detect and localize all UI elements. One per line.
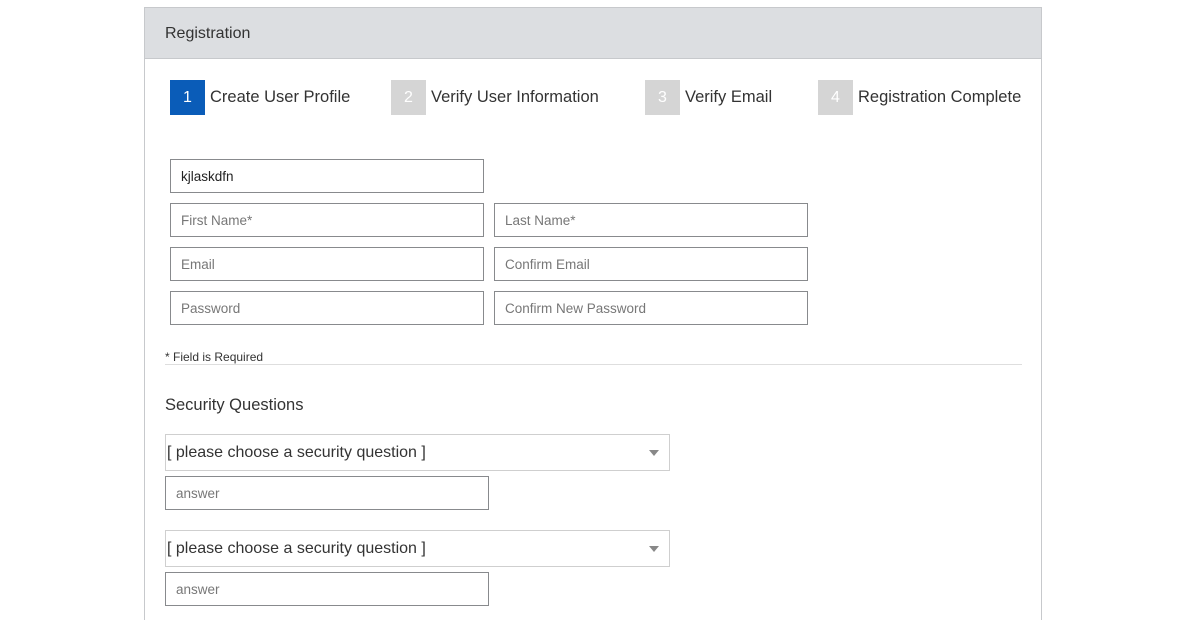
password-field[interactable] bbox=[170, 291, 484, 325]
security-question-selected: [ please choose a security question ] bbox=[167, 443, 426, 461]
last-name-field[interactable] bbox=[494, 203, 808, 237]
step-label: Create User Profile bbox=[210, 88, 351, 106]
username-field[interactable] bbox=[170, 159, 484, 193]
divider bbox=[165, 364, 1022, 365]
step-label: Verify Email bbox=[685, 88, 773, 106]
step-label: Registration Complete bbox=[858, 88, 1022, 106]
required-field-note: * Field is Required bbox=[165, 350, 264, 364]
step-label: Verify User Information bbox=[431, 88, 599, 106]
step-number: 4 bbox=[818, 80, 853, 115]
first-name-field[interactable] bbox=[170, 203, 484, 237]
security-answer-field-1[interactable] bbox=[165, 476, 489, 510]
step-number: 2 bbox=[391, 80, 426, 115]
step-verify-user-information[interactable]: 2 Verify User Information bbox=[391, 80, 599, 115]
step-registration-complete[interactable]: 4 Registration Complete bbox=[818, 80, 1021, 115]
registration-panel: Registration 1 Create User Profile 2 Ver… bbox=[144, 7, 1042, 620]
step-number: 1 bbox=[170, 80, 205, 115]
step-verify-email[interactable]: 3 Verify Email bbox=[645, 80, 772, 115]
chevron-down-icon bbox=[649, 450, 659, 456]
step-create-user-profile[interactable]: 1 Create User Profile bbox=[170, 80, 350, 115]
security-question-select-2[interactable]: [ please choose a security question ] bbox=[165, 530, 670, 567]
panel-title: Registration bbox=[165, 25, 251, 42]
security-question-selected: [ please choose a security question ] bbox=[167, 539, 426, 557]
confirm-password-field[interactable] bbox=[494, 291, 808, 325]
chevron-down-icon bbox=[649, 546, 659, 552]
security-questions-title: Security Questions bbox=[165, 396, 304, 414]
security-question-select-1[interactable]: [ please choose a security question ] bbox=[165, 434, 670, 471]
email-field[interactable] bbox=[170, 247, 484, 281]
panel-header: Registration bbox=[145, 8, 1041, 59]
confirm-email-field[interactable] bbox=[494, 247, 808, 281]
security-answer-field-2[interactable] bbox=[165, 572, 489, 606]
step-number: 3 bbox=[645, 80, 680, 115]
